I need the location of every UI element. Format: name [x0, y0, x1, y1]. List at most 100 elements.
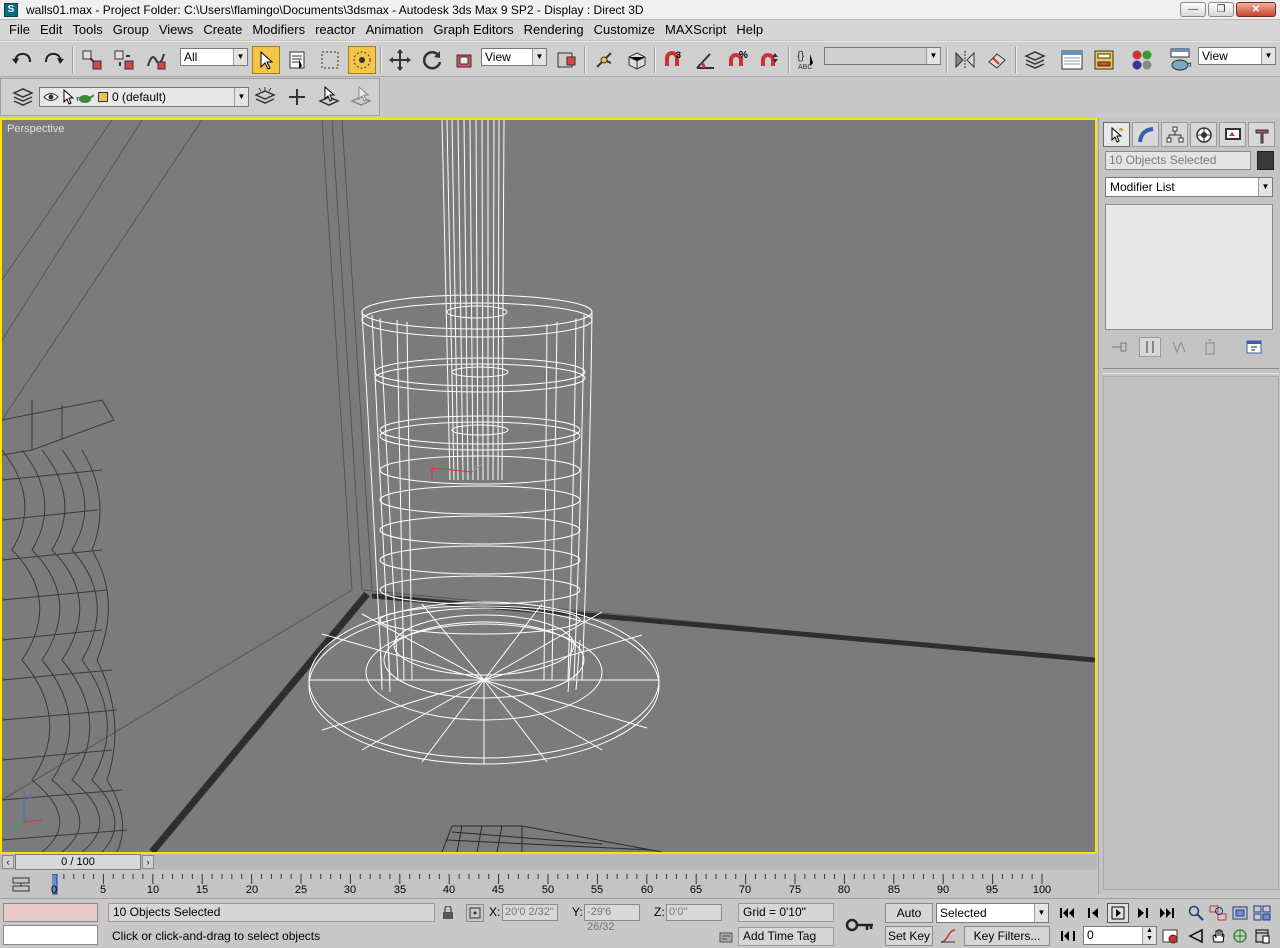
key-mode-toggle-icon[interactable] — [1059, 927, 1079, 945]
layer-stack-icon[interactable] — [9, 83, 37, 111]
maxscript-listener-input[interactable] — [3, 925, 98, 945]
bind-to-space-warp-icon[interactable] — [142, 46, 170, 74]
menu-create[interactable]: Create — [198, 21, 247, 39]
menu-rendering[interactable]: Rendering — [519, 21, 589, 39]
perspective-viewport[interactable]: z Perspective — [0, 118, 1097, 854]
key-filters-button[interactable]: Key Filters... — [964, 926, 1050, 946]
make-unique-icon[interactable] — [1169, 337, 1191, 357]
selection-filter-dropdown[interactable]: All ▼ — [180, 48, 248, 66]
menu-animation[interactable]: Animation — [361, 21, 429, 39]
menu-modifiers[interactable]: Modifiers — [247, 21, 310, 39]
select-and-rotate-icon[interactable] — [418, 46, 446, 74]
zoom-icon[interactable] — [1186, 904, 1206, 922]
parameters-rollout-area[interactable] — [1103, 376, 1279, 890]
minimize-button[interactable]: — — [1180, 2, 1206, 17]
default-tangent-icon[interactable] — [937, 926, 959, 946]
arc-rotate-icon[interactable] — [1230, 926, 1250, 946]
play-animation-icon[interactable] — [1107, 903, 1129, 923]
window-crossing-icon[interactable] — [348, 46, 376, 74]
select-and-scale-icon[interactable] — [450, 46, 478, 74]
undo-icon[interactable] — [8, 46, 36, 74]
select-by-name-icon[interactable] — [284, 46, 312, 74]
spinner-icon[interactable]: ▲ ▼ — [1142, 927, 1156, 944]
spinner-snap-toggle-icon[interactable] — [756, 46, 784, 74]
add-time-tag-button[interactable]: Add Time Tag — [738, 927, 834, 946]
layer-manager-icon[interactable] — [1021, 46, 1049, 74]
set-current-layer-icon[interactable] — [347, 83, 375, 111]
track-bar[interactable]: 0 5 10 15 20 25 30 35 40 45 50 55 60 65 … — [0, 872, 1097, 898]
curve-editor-icon[interactable] — [1058, 46, 1086, 74]
add-to-layer-icon[interactable] — [283, 83, 311, 111]
schematic-view-icon[interactable] — [1090, 46, 1118, 74]
configure-modifier-sets-icon[interactable] — [1243, 337, 1265, 357]
zoom-extents-all-icon[interactable] — [1252, 904, 1272, 922]
menu-tools[interactable]: Tools — [67, 21, 107, 39]
menu-reactor[interactable]: reactor — [310, 21, 360, 39]
next-frame-icon[interactable] — [1131, 904, 1153, 922]
material-editor-icon[interactable] — [1128, 46, 1156, 74]
app-icon[interactable]: S — [4, 2, 18, 17]
modify-tab-icon[interactable] — [1132, 122, 1159, 147]
named-selection-dropdown[interactable]: ▼ — [824, 47, 941, 65]
key-mode-dropdown[interactable]: Selected ▼ — [936, 903, 1049, 923]
close-button[interactable]: ✕ — [1236, 2, 1276, 17]
go-to-start-icon[interactable] — [1057, 904, 1079, 922]
menu-group[interactable]: Group — [108, 21, 154, 39]
zoom-extents-icon[interactable] — [1230, 904, 1250, 922]
previous-frame-arrow-icon[interactable]: ‹ — [2, 855, 14, 869]
menu-file[interactable]: File — [4, 21, 35, 39]
maximize-button[interactable]: ❐ — [1208, 2, 1234, 17]
select-object-icon[interactable] — [252, 46, 280, 74]
menu-maxscript[interactable]: MAXScript — [660, 21, 731, 39]
mini-curve-editor-icon[interactable] — [10, 875, 32, 895]
viewport-label[interactable]: Perspective — [7, 123, 64, 135]
create-new-layer-icon[interactable] — [251, 83, 279, 111]
render-type-dropdown[interactable]: View ▼ — [1198, 47, 1276, 65]
show-end-result-icon[interactable] — [1139, 337, 1161, 357]
z-coordinate-field[interactable]: 0'0" — [666, 904, 722, 921]
set-key-button[interactable]: Set Key — [885, 926, 933, 946]
use-pivot-center-icon[interactable] — [552, 46, 580, 74]
display-tab-icon[interactable] — [1219, 122, 1246, 147]
menu-help[interactable]: Help — [731, 21, 768, 39]
menu-customize[interactable]: Customize — [589, 21, 660, 39]
next-frame-arrow-icon[interactable]: › — [142, 855, 154, 869]
menu-views[interactable]: Views — [154, 21, 198, 39]
y-coordinate-field[interactable]: -29'6 26/32 — [584, 904, 640, 933]
keyboard-shortcut-toggle-icon[interactable] — [622, 46, 650, 74]
select-and-link-icon[interactable] — [78, 46, 106, 74]
time-configuration-icon[interactable] — [1160, 926, 1180, 946]
set-key-icon[interactable] — [842, 907, 878, 943]
maximize-viewport-toggle-icon[interactable] — [1252, 926, 1272, 946]
object-color-swatch[interactable] — [1257, 151, 1274, 170]
layer-dropdown[interactable]: 0 (default) ▼ — [39, 87, 249, 107]
select-and-move-icon[interactable] — [386, 46, 414, 74]
lock-selection-icon[interactable] — [441, 905, 455, 921]
menu-edit[interactable]: Edit — [35, 21, 67, 39]
percent-snap-toggle-icon[interactable]: % — [724, 46, 752, 74]
select-and-manipulate-icon[interactable] — [590, 46, 618, 74]
maxscript-listener-output[interactable] — [3, 903, 98, 922]
previous-frame-icon[interactable] — [1083, 904, 1105, 922]
remove-modifier-icon[interactable] — [1199, 337, 1221, 357]
align-icon[interactable] — [983, 46, 1011, 74]
mirror-icon[interactable] — [951, 46, 979, 74]
auto-key-button[interactable]: Auto Key — [885, 903, 933, 938]
pin-stack-icon[interactable] — [1109, 337, 1131, 357]
snaps-toggle-icon[interactable]: 3 — [660, 46, 688, 74]
modifier-list-dropdown[interactable]: Modifier List ▼ — [1105, 177, 1273, 197]
edit-named-selection-icon[interactable]: {} ABC — [794, 46, 822, 74]
create-tab-icon[interactable] — [1103, 122, 1130, 147]
angle-snap-toggle-icon[interactable] — [692, 46, 720, 74]
hierarchy-tab-icon[interactable] — [1161, 122, 1188, 147]
modifier-stack[interactable] — [1105, 204, 1273, 330]
selection-name-field[interactable]: 10 Objects Selected — [1105, 151, 1251, 170]
menu-graph-editors[interactable]: Graph Editors — [428, 21, 518, 39]
redo-icon[interactable] — [40, 46, 68, 74]
x-coordinate-field[interactable]: 20'0 2/32" — [502, 904, 558, 921]
unlink-selection-icon[interactable] — [110, 46, 138, 74]
zoom-all-icon[interactable] — [1208, 904, 1228, 922]
select-layer-objects-icon[interactable] — [315, 83, 343, 111]
field-of-view-icon[interactable] — [1186, 926, 1206, 946]
utilities-tab-icon[interactable] — [1248, 122, 1275, 147]
